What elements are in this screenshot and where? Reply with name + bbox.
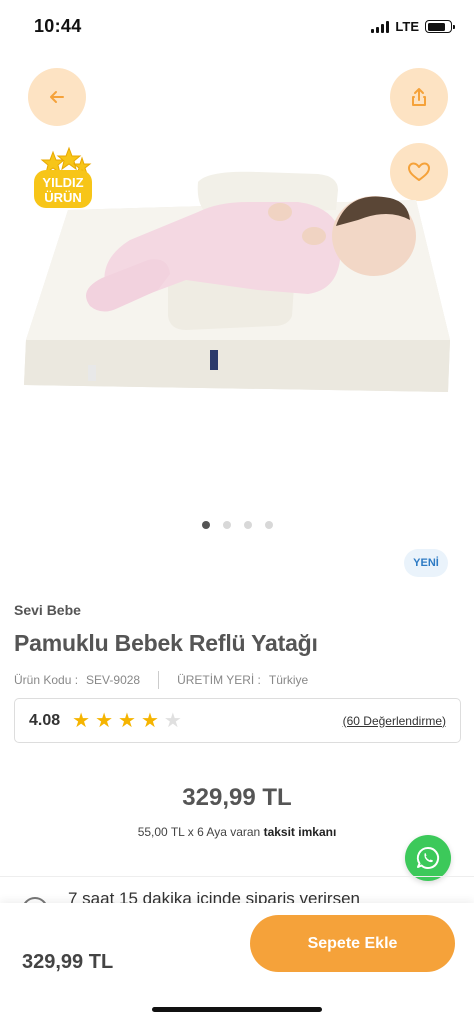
star-icon: ★ (95, 709, 114, 732)
carousel-dot[interactable] (264, 521, 273, 529)
badge-line2: ÜRÜN (44, 190, 82, 205)
share-button[interactable] (390, 68, 448, 126)
network-label: LTE (395, 19, 419, 34)
star-icon: ★ (163, 709, 182, 732)
delivery-text: 7 saat 15 dakika içinde sipariş verirsen (68, 889, 360, 904)
carousel-dot[interactable] (243, 521, 252, 529)
carousel-dots[interactable] (0, 521, 474, 529)
star-badge: YILDIZ ÜRÜN (34, 146, 92, 208)
code-label: Ürün Kodu : (14, 673, 79, 687)
back-button[interactable] (28, 68, 86, 126)
arrow-left-icon (50, 91, 64, 103)
signal-icon (371, 20, 390, 33)
origin-value: Türkiye (268, 673, 309, 687)
badge-line1: YILDIZ (42, 175, 83, 190)
origin-label: ÜRETİM YERİ : (177, 673, 261, 687)
carousel-dot[interactable] (201, 521, 210, 529)
meta-divider (158, 671, 160, 689)
price-main: 329,99 TL (182, 784, 292, 811)
rating-value: 4.08 (29, 711, 61, 729)
bottom-bar: 329,99 TL Sepete Ekle (0, 903, 474, 1024)
installment-link[interactable]: taksit imkanı (264, 825, 337, 839)
battery-icon (425, 20, 455, 33)
status-indicators: LTE (371, 19, 455, 34)
bottom-price: 329,99 TL (22, 951, 114, 973)
rating-box[interactable]: 4.08 ★ ★ ★ ★ ★ (60 Değerlendirme) (14, 698, 461, 743)
new-badge: YENİ (404, 549, 448, 577)
status-time: 10:44 (34, 16, 82, 36)
carousel-dot[interactable] (222, 521, 231, 529)
rating-stars: ★ ★ ★ ★ ★ (72, 711, 182, 731)
add-to-cart-button[interactable]: Sepete Ekle (250, 915, 455, 972)
product-title: Pamuklu Bebek Reflü Yatağı (14, 630, 318, 656)
star-icon: ★ (72, 709, 91, 732)
delivery-info: 7 saat 15 dakika içinde sipariş verirsen (0, 876, 474, 904)
whatsapp-button[interactable] (405, 835, 451, 881)
star-icon: ★ (118, 709, 136, 732)
product-meta: Ürün Kodu : SEV-9028 ÜRETİM YERİ : Türki… (14, 671, 308, 689)
whatsapp-icon (416, 846, 440, 869)
installment-info: 55,00 TL x 6 Aya varan taksit imkanı (0, 825, 474, 839)
installment-prefix: 55,00 TL x 6 Aya varan (137, 825, 261, 839)
star-icon: ★ (140, 709, 159, 732)
home-indicator[interactable] (152, 1007, 322, 1012)
share-icon (412, 88, 426, 106)
code-value: SEV-9028 (86, 673, 141, 687)
brand-name[interactable]: Sevi Bebe (14, 602, 81, 618)
reviews-link[interactable]: (60 Değerlendirme) (343, 714, 446, 728)
status-bar: 10:44 LTE (0, 0, 474, 56)
